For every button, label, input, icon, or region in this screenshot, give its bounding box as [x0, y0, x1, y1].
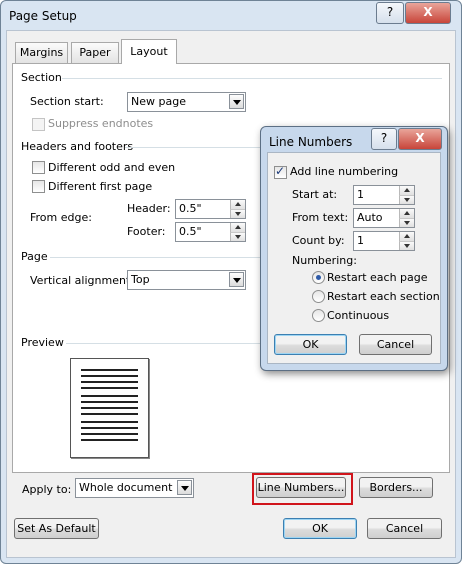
from-edge-label: From edge: [30, 211, 92, 224]
spin-down-icon[interactable] [399, 218, 414, 227]
spin-down-icon[interactable] [230, 209, 245, 218]
start-at-spinner[interactable]: 1 [353, 185, 415, 205]
count-by-label: Count by: [292, 234, 345, 247]
apply-to-label: Apply to: [22, 483, 72, 496]
dialog-title: Page Setup [9, 9, 77, 23]
preview-group-header: Preview [21, 336, 64, 349]
restart-each-page-label: Restart each page [327, 271, 428, 284]
header-value: 0.5" [179, 202, 202, 215]
cancel-button[interactable]: Cancel [367, 518, 442, 539]
line-numbers-title: Line Numbers [269, 135, 353, 149]
help-button[interactable]: ? [376, 2, 404, 24]
apply-to-value: Whole document [79, 481, 173, 494]
continuous-label: Continuous [327, 309, 390, 322]
headers-footers-group-header: Headers and footers [21, 140, 134, 153]
header-spinner[interactable]: 0.5" [175, 199, 246, 219]
spin-up-icon[interactable] [399, 186, 414, 195]
start-at-label: Start at: [292, 188, 338, 201]
footer-spinner[interactable]: 0.5" [175, 222, 246, 242]
ok-button[interactable]: OK [283, 518, 357, 539]
spin-up-icon[interactable] [230, 223, 245, 232]
chevron-down-icon[interactable] [177, 480, 192, 495]
section-start-value: New page [131, 95, 186, 108]
chevron-down-icon[interactable] [229, 272, 244, 287]
spin-down-icon[interactable] [399, 241, 414, 250]
section-start-label: Section start: [30, 95, 104, 108]
count-by-value: 1 [357, 234, 364, 247]
ln-help-button[interactable]: ? [371, 128, 397, 150]
add-line-numbering-checkbox[interactable] [274, 164, 287, 179]
different-odd-even-label: Different odd and even [48, 161, 176, 174]
spin-down-icon[interactable] [230, 232, 245, 241]
vertical-alignment-combo[interactable]: Top [127, 270, 246, 290]
line-numbers-client-area: Add line numbering Start at: 1 From text… [267, 152, 441, 364]
continuous-radio[interactable] [312, 309, 325, 322]
spin-down-icon[interactable] [399, 195, 414, 204]
highlight-box [252, 473, 353, 505]
spin-up-icon[interactable] [230, 200, 245, 209]
restart-each-section-radio[interactable] [312, 290, 325, 303]
close-button[interactable]: X [405, 2, 451, 24]
spin-up-icon[interactable] [399, 232, 414, 241]
footer-label: Footer: [127, 225, 166, 238]
borders-button[interactable]: Borders... [359, 477, 433, 498]
tab-layout[interactable]: Layout [121, 39, 177, 64]
section-start-combo[interactable]: New page [127, 92, 246, 112]
add-line-numbering-label: Add line numbering [290, 165, 399, 178]
header-label: Header: [127, 202, 171, 215]
apply-to-combo[interactable]: Whole document [75, 478, 194, 498]
page-divider [50, 257, 260, 258]
ln-ok-button[interactable]: OK [274, 334, 347, 355]
page-group-header: Page [21, 250, 48, 263]
tab-margins[interactable]: Margins [15, 42, 68, 63]
footer-value: 0.5" [179, 225, 202, 238]
vertical-alignment-label: Vertical alignment: [30, 274, 134, 287]
different-first-page-checkbox[interactable] [32, 180, 45, 193]
from-text-value: Auto [357, 211, 383, 224]
headers-footers-divider [125, 147, 260, 148]
section-group-header: Section [21, 71, 62, 84]
spin-up-icon[interactable] [399, 209, 414, 218]
vertical-alignment-value: Top [131, 273, 150, 286]
section-divider [62, 78, 442, 79]
ln-close-button[interactable]: X [398, 128, 442, 150]
preview-page-thumbnail [70, 358, 149, 458]
suppress-endnotes-label: Suppress endnotes [48, 117, 154, 130]
count-by-spinner[interactable]: 1 [353, 231, 415, 251]
line-numbers-dialog: Line Numbers ? X Add line numbering Star… [260, 126, 448, 371]
restart-each-section-label: Restart each section [327, 290, 440, 303]
ln-cancel-button[interactable]: Cancel [359, 334, 432, 355]
numbering-label: Numbering: [292, 254, 357, 267]
chevron-down-icon[interactable] [229, 94, 244, 109]
set-as-default-button[interactable]: Set As Default [14, 518, 99, 539]
different-odd-even-checkbox[interactable] [32, 161, 45, 174]
tab-paper[interactable]: Paper [71, 42, 119, 63]
from-text-spinner[interactable]: Auto [353, 208, 415, 228]
suppress-endnotes-checkbox[interactable] [32, 118, 45, 131]
restart-each-page-radio[interactable] [312, 271, 325, 284]
start-at-value: 1 [357, 188, 364, 201]
different-first-page-label: Different first page [48, 180, 153, 193]
from-text-label: From text: [292, 211, 349, 224]
